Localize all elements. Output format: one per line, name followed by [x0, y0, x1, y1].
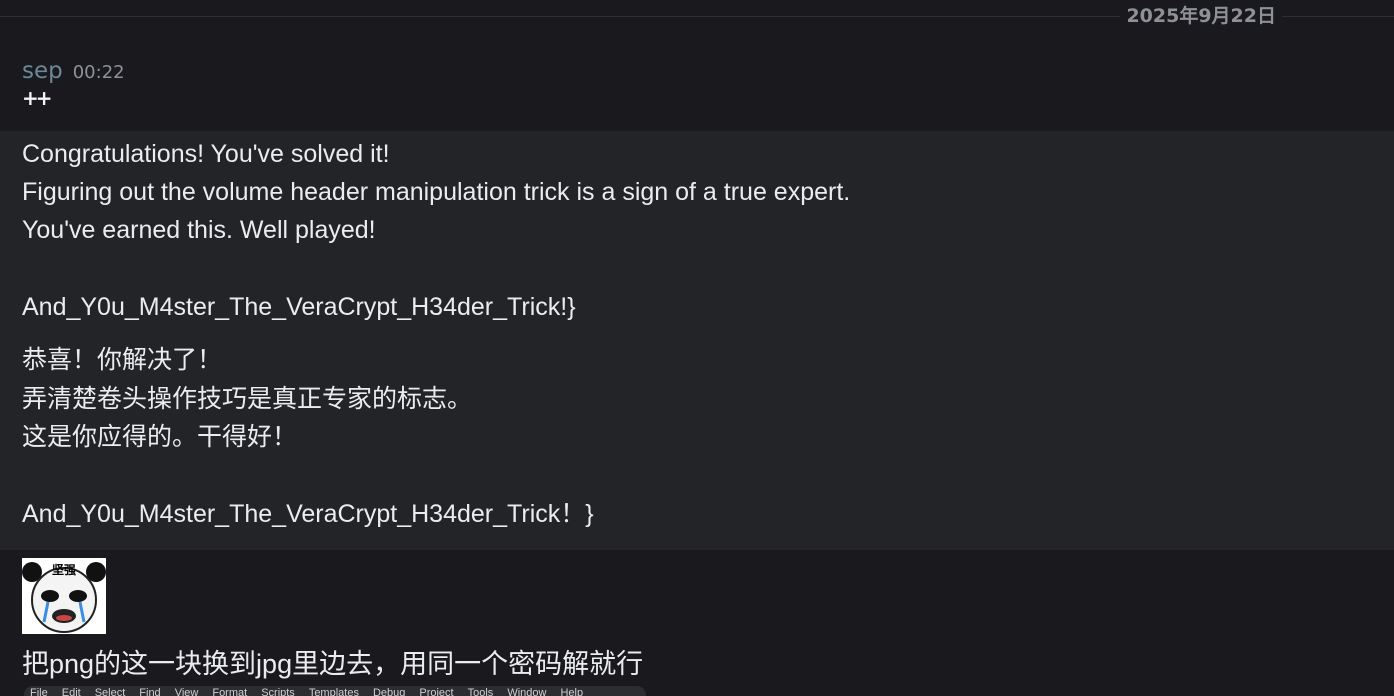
quote-line: 恭喜！你解决了！	[22, 346, 223, 374]
quote-line: Figuring out the volume header manipulat…	[22, 178, 851, 206]
menu-item-file: File	[30, 687, 48, 696]
quote-line: You've earned this. Well played!	[22, 216, 376, 244]
quoted-message-block: Congratulations! You've solved it! Figur…	[0, 131, 1394, 550]
menu-item-debug: Debug	[372, 687, 406, 696]
menu-item-scripts: Scripts	[261, 687, 295, 696]
message-marker: ++	[22, 86, 52, 110]
quote-line: 这是你应得的。干得好！	[22, 423, 298, 451]
menu-item-find: Find	[139, 687, 161, 696]
chat-panel: 2025年9月22日 sep 00:22 ++ Congratulations!…	[0, 0, 1394, 696]
quote-line: And_Y0u_M4ster_The_VeraCrypt_H34der_Tric…	[22, 293, 576, 321]
menu-item-help: Help	[560, 687, 584, 696]
menu-item-project: Project	[419, 687, 454, 696]
sticker-caption: 坚强	[51, 563, 76, 577]
quote-line: 弄清楚卷头操作技巧是真正专家的标志。	[22, 385, 473, 413]
author-name[interactable]: sep	[22, 56, 63, 86]
crying-panda-sticker[interactable]: 坚强	[22, 558, 106, 634]
menu-item-format: Format	[212, 687, 248, 696]
menu-item-view: View	[174, 687, 199, 696]
quote-line: And_Y0u_M4ster_The_VeraCrypt_H34der_Tric…	[22, 500, 594, 528]
quote-line: Congratulations! You've solved it!	[22, 140, 390, 168]
message-timestamp[interactable]: 00:22	[73, 58, 125, 88]
message-header: sep 00:22	[22, 56, 125, 86]
menu-item-templates: Templates	[308, 687, 359, 696]
date-divider: 2025年9月22日	[0, 0, 1394, 32]
menu-item-window: Window	[507, 687, 547, 696]
menu-item-select: Select	[94, 687, 126, 696]
menu-item-edit: Edit	[61, 687, 81, 696]
reply-message-text: 把png的这一块换到jpg里边去，用同一个密码解就行	[22, 649, 644, 679]
date-label: 2025年9月22日	[1120, 5, 1282, 27]
menubar-screenshot: File Edit Select Find View Format Script…	[24, 686, 646, 696]
menu-item-tools: Tools	[467, 687, 494, 696]
